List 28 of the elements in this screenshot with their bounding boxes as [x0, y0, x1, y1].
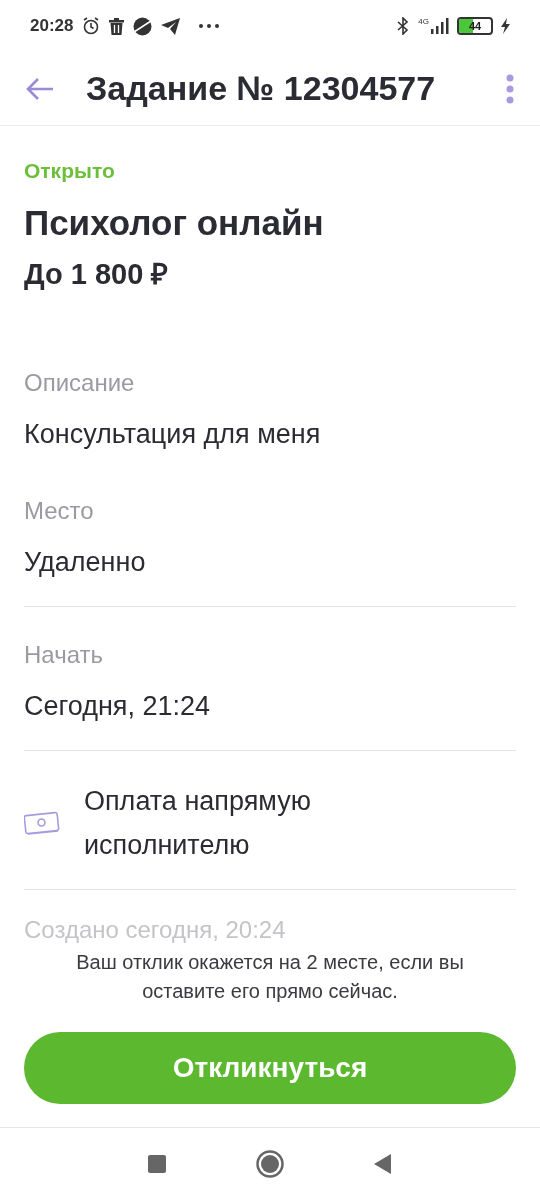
task-title: Психолог онлайн: [24, 202, 325, 244]
task-price: До 1 800 ₽: [24, 257, 170, 292]
status-label: Открыто: [24, 158, 116, 184]
banknote-icon: [24, 810, 60, 836]
more-notifications-icon: [199, 24, 220, 28]
charging-icon: [501, 18, 510, 34]
bluetooth-icon: [396, 17, 411, 35]
back-arrow-icon[interactable]: [26, 76, 54, 101]
payment-method-text: Оплата напрямую исполнителю: [84, 785, 312, 862]
back-icon[interactable]: [374, 1154, 392, 1174]
response-position-note: Ваш отклик окажется на 2 месте, если вы оставите его прямо сейчас.: [75, 950, 465, 1004]
respond-button[interactable]: Откликнуться: [24, 1032, 516, 1104]
field-value: Консультация для меня: [24, 418, 322, 451]
alarm-icon: [82, 17, 101, 35]
home-icon[interactable]: [256, 1150, 284, 1178]
field-value: Сегодня, 21:24: [24, 690, 212, 723]
clock-time: 20:28: [30, 15, 74, 38]
more-menu-icon[interactable]: [506, 73, 514, 104]
trash-icon: [109, 17, 125, 35]
field-label: Описание: [24, 368, 136, 398]
network-type: 4G: [418, 18, 429, 26]
created-date-text: Создано сегодня, 20:24: [24, 916, 287, 944]
field-label: Начать: [24, 640, 104, 670]
window-title: Задание № 12304577: [86, 68, 437, 109]
paper-plane-icon: [161, 17, 181, 35]
field-label: Место: [24, 496, 95, 526]
signal-icon: [431, 18, 449, 34]
field-value: Удаленно: [24, 546, 147, 579]
